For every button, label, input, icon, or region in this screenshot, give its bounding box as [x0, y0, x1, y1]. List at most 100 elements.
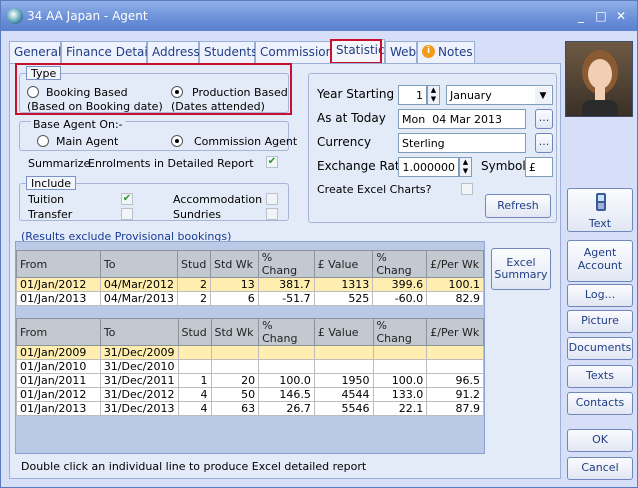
cell: 31/Dec/2009 — [99, 345, 179, 360]
transfer-checkbox[interactable] — [121, 208, 133, 220]
table-row[interactable]: 01/Jan/2011 31/Dec/2011 1 20 100.0 1950 100.0 9… — [16, 373, 484, 388]
cell: 146.5 — [258, 387, 315, 402]
picture-button[interactable]: Picture — [567, 310, 633, 333]
refresh-label: Refresh — [497, 199, 539, 212]
col-to[interactable]: To — [99, 250, 179, 278]
col-from[interactable]: From — [16, 250, 101, 278]
ok-button[interactable]: OK — [567, 429, 633, 452]
col-to[interactable]: To — [99, 318, 179, 346]
year-month-select[interactable]: January ▼ — [446, 85, 553, 105]
commission-agent-radio[interactable] — [171, 135, 183, 147]
texts-button[interactable]: Texts — [567, 365, 633, 388]
transfer-label: Transfer — [28, 208, 73, 221]
as-at-picker-button[interactable]: ... — [535, 109, 553, 129]
tab-commissions[interactable]: Commissions — [255, 41, 339, 63]
cell: -60.0 — [372, 291, 428, 306]
col-pct-change-1[interactable]: % Chang — [258, 318, 315, 346]
cell — [177, 345, 212, 360]
as-at-label: As at Today — [317, 111, 386, 125]
excel-summary-line2: Summary — [494, 268, 548, 281]
period-table-header: From To Stud Std Wk % Chang £ Value % Ch… — [16, 250, 484, 278]
minimize-button[interactable]: _ — [573, 9, 589, 23]
table-row[interactable]: 01/Jan/2012 04/Mar/2012 2 13 381.7 1313 399.6 1… — [16, 277, 484, 292]
col-stud[interactable]: Stud — [177, 318, 212, 346]
log-button[interactable]: Log... — [567, 284, 633, 307]
cell: 82.9 — [426, 291, 484, 306]
sundries-checkbox[interactable] — [266, 208, 278, 220]
documents-button[interactable]: Documents — [567, 337, 633, 360]
col-pct-change-1[interactable]: % Chang — [257, 250, 315, 278]
col-stud[interactable]: Stud — [177, 250, 212, 278]
table-row[interactable]: 01/Jan/2009 31/Dec/2009 — [16, 345, 484, 360]
text-button-label: Text — [588, 217, 612, 230]
log-label: Log... — [584, 288, 616, 301]
type-highlight-box — [15, 63, 292, 115]
cell — [258, 359, 315, 374]
as-at-date-input[interactable]: Mon 04 Mar 2013 — [398, 109, 526, 129]
cell: 4 — [177, 387, 212, 402]
col-std-wk[interactable]: Std Wk — [210, 318, 260, 346]
cell: 1 — [177, 373, 212, 388]
summarize-text: Enrolments in Detailed Report — [88, 157, 254, 170]
excel-summary-button[interactable]: Excel Summary — [491, 248, 551, 290]
col-value[interactable]: £ Value — [313, 250, 374, 278]
cell: 96.5 — [426, 373, 484, 388]
cell: 4 — [177, 401, 212, 416]
tab-notes-label: Notes — [438, 45, 473, 59]
excel-charts-label: Create Excel Charts? — [317, 183, 432, 196]
cell — [210, 359, 260, 374]
table-row[interactable]: 01/Jan/2013 04/Mar/2013 2 6 -51.7 525 -60.0 82.… — [16, 291, 484, 306]
summarize-checkbox[interactable]: ✔ — [266, 156, 278, 168]
symbol-input[interactable]: £ — [525, 157, 553, 177]
cell — [210, 345, 260, 360]
col-from[interactable]: From — [16, 318, 101, 346]
agent-photo-image — [582, 50, 618, 116]
maximize-button[interactable]: □ — [593, 9, 609, 23]
exchange-rate-label: Exchange Rate — [317, 159, 407, 173]
currency-picker-button[interactable]: ... — [535, 133, 553, 153]
accommodation-checkbox[interactable] — [266, 193, 278, 205]
cell: 31/Dec/2013 — [99, 401, 179, 416]
col-pct-change-2[interactable]: % Chang — [372, 250, 428, 278]
col-per-wk[interactable]: £/Per Wk — [426, 318, 484, 346]
currency-input[interactable]: Sterling — [398, 133, 526, 153]
contacts-button[interactable]: Contacts — [567, 392, 633, 415]
refresh-button[interactable]: Refresh — [485, 194, 551, 218]
agent-account-label: Agent Account — [577, 246, 623, 272]
ok-label: OK — [592, 433, 608, 446]
cell: 01/Jan/2010 — [16, 359, 101, 374]
exchange-rate-input[interactable]: 1.000000 — [398, 157, 459, 177]
cell — [177, 359, 212, 374]
main-agent-radio[interactable] — [37, 135, 49, 147]
table-row[interactable]: 01/Jan/2013 31/Dec/2013 4 63 26.7 5546 22.1 87.… — [16, 401, 484, 416]
tab-general[interactable]: General — [9, 41, 61, 63]
close-button[interactable]: ✕ — [613, 9, 629, 23]
tuition-label: Tuition — [28, 193, 65, 206]
app-icon — [7, 8, 23, 24]
col-std-wk[interactable]: Std Wk — [210, 250, 259, 278]
tuition-checkbox[interactable]: ✔ — [121, 193, 133, 205]
col-pct-change-2[interactable]: % Chang — [372, 318, 428, 346]
table-row[interactable]: 01/Jan/2010 31/Dec/2010 — [16, 359, 484, 374]
cell: 6 — [210, 291, 259, 306]
tab-notes[interactable]: i Notes — [417, 41, 475, 63]
tab-finance-details[interactable]: Finance Details — [61, 41, 157, 63]
agent-account-button[interactable]: Agent Account — [567, 240, 633, 282]
summarize-label: Summarize — [28, 157, 91, 170]
cell: 31/Dec/2010 — [99, 359, 179, 374]
col-per-wk[interactable]: £/Per Wk — [426, 250, 484, 278]
exchange-rate-spinner[interactable]: ▲ ▼ — [459, 157, 472, 177]
cell: 2 — [177, 277, 212, 292]
chevron-down-icon[interactable]: ▼ — [535, 87, 551, 104]
col-value[interactable]: £ Value — [313, 318, 374, 346]
table-row[interactable]: 01/Jan/2012 31/Dec/2012 4 50 146.5 4544 133.0 9… — [16, 387, 484, 402]
tab-web[interactable]: Web — [385, 41, 417, 63]
tab-address[interactable]: Address — [147, 41, 200, 63]
year-day-spinner[interactable]: ▲ ▼ — [427, 85, 440, 105]
cell: 01/Jan/2013 — [16, 401, 101, 416]
year-day-input[interactable]: 1 — [398, 85, 427, 105]
tab-students[interactable]: Students — [199, 41, 258, 63]
cancel-button[interactable]: Cancel — [567, 457, 633, 480]
excel-charts-checkbox[interactable] — [461, 183, 473, 195]
text-button[interactable]: Text — [567, 188, 633, 232]
